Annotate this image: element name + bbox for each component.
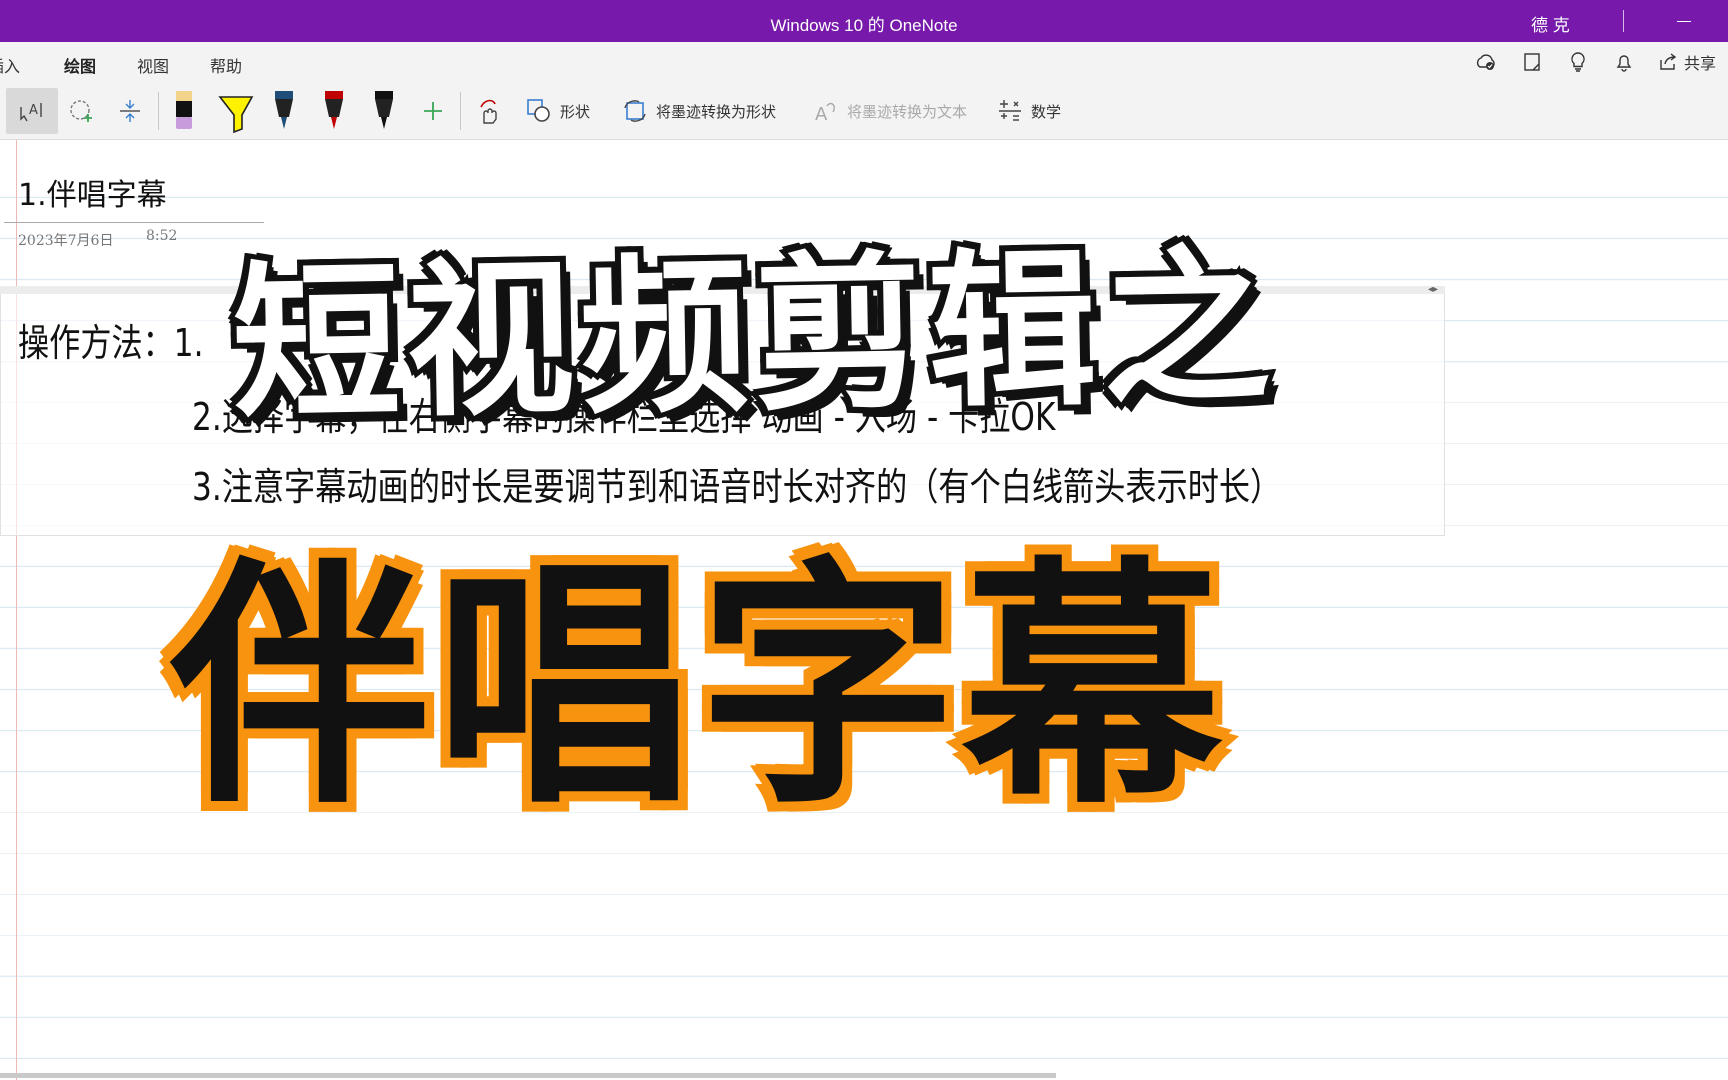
ribbon-tabs: 插入 绘图 视图 帮助 共享 [0,42,1728,86]
share-icon [1660,53,1677,70]
ink-to-shape-button[interactable]: 将墨迹转换为形状 [614,88,784,134]
pen-purple[interactable] [170,88,198,134]
math-label: 数学 [1030,102,1061,121]
math-icon [998,100,1021,121]
svg-text:A: A [815,104,828,124]
ink-replay-tool[interactable] [470,88,506,134]
tab-insert[interactable]: 插入 [0,53,20,77]
lasso-select-tool[interactable] [64,88,100,134]
type-select-tool[interactable]: A [6,88,58,134]
minimize-icon [1677,20,1691,22]
notebook-icon[interactable] [1520,50,1544,74]
ink-to-shape-icon [624,100,646,122]
plus-icon [424,102,442,120]
pen-blue[interactable] [268,88,300,134]
type-select-icon: A [20,103,42,122]
ribbon-right-actions: 共享 [1474,50,1716,74]
title-bar: Windows 10 的 OneNote 德 克 [0,0,1728,42]
page-time: 8:52 [146,228,178,244]
ink-to-text-button[interactable]: A 将墨迹转换为文本 [804,88,976,134]
minimize-button[interactable] [1670,8,1698,34]
draw-toolbar: A 形状 将墨迹转换为形状 A 将墨迹转换为文本 数学 [0,82,1728,140]
pen-black[interactable] [368,88,400,134]
svg-text:A: A [29,103,38,118]
lasso-icon [70,100,92,122]
overlay-title-bottom: 伴唱字幕 [162,529,1230,847]
math-button[interactable]: 数学 [994,88,1064,134]
touch-draw-icon [480,99,497,124]
tab-view[interactable]: 视图 [137,53,169,77]
lightbulb-icon[interactable] [1566,50,1590,74]
sync-status-icon[interactable] [1474,50,1498,74]
highlighter-yellow[interactable] [216,88,256,134]
share-button[interactable]: 共享 [1658,50,1716,74]
pen-icon [375,91,393,129]
tab-draw[interactable]: 绘图 [64,53,97,86]
toolbar-separator [158,92,159,130]
shapes-label: 形状 [559,102,590,121]
share-label: 共享 [1683,54,1716,73]
toolbar-separator [460,92,461,130]
shapes-icon [527,99,550,122]
ink-to-text-label: 将墨迹转换为文本 [846,102,967,121]
ink-to-shape-label: 将墨迹转换为形状 [655,102,776,121]
shapes-button[interactable]: 形状 [520,88,596,134]
resize-handle-icon[interactable]: ◂▸ [1428,284,1438,295]
pen-icon [325,91,343,129]
user-name[interactable]: 德 克 [1531,11,1570,36]
note-line-1[interactable]: 操作方法：1. [18,312,204,367]
pen-icon [176,91,192,129]
horizontal-scrollbar[interactable] [0,1073,1056,1078]
overlay-title-top: 短视频剪辑之 [226,224,1283,448]
page-date: 2023年7月6日 [18,233,114,249]
page-title-underline [4,222,264,223]
window-title: Windows 10 的 OneNote [770,16,958,35]
page-margin-line [16,140,17,1080]
pen-icon [275,91,293,129]
page-title[interactable]: 1.伴唱字幕 [18,170,167,214]
pen-red[interactable] [318,88,350,134]
insert-space-tool[interactable] [112,88,148,134]
tab-help[interactable]: 帮助 [210,53,242,77]
title-divider [1623,10,1624,32]
highlighter-icon [218,96,254,133]
insert-space-icon [120,100,140,122]
ink-to-text-icon: A [815,102,835,124]
add-pen-button[interactable] [418,88,448,134]
bell-icon[interactable] [1612,50,1636,74]
